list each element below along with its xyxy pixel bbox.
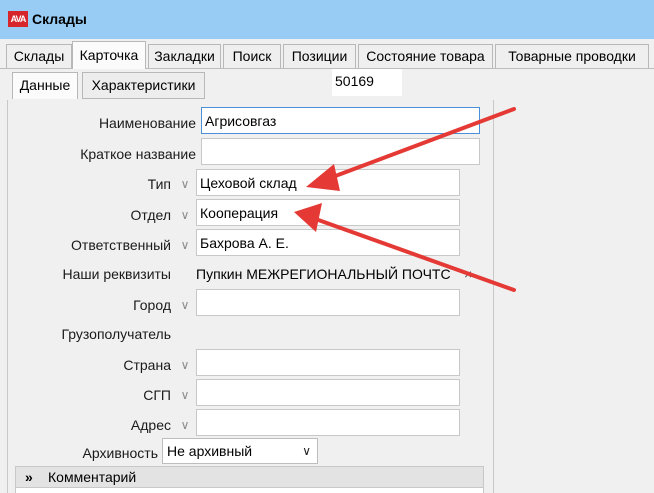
requisites-value[interactable]: Пупкин МЕЖРЕГИОНАЛЬНЫЙ ПОЧТС xyxy=(196,266,461,282)
type-input[interactable]: Цеховой склад xyxy=(196,169,460,196)
window-title: Склады xyxy=(32,11,87,27)
short-name-label: Краткое название xyxy=(80,146,196,162)
type-dropdown-chevron-icon[interactable]: ∨ xyxy=(176,175,194,193)
tab-sostoyanie-tovara[interactable]: Состояние товара xyxy=(358,44,493,68)
comment-section-header[interactable]: » Комментарий xyxy=(15,466,484,488)
department-label: Отдел xyxy=(130,207,172,223)
tab-pozitsii[interactable]: Позиции xyxy=(283,44,356,68)
sgp-input[interactable] xyxy=(196,379,460,406)
app-logo-icon: AVA xyxy=(8,11,28,27)
tab-zakladki[interactable]: Закладки xyxy=(148,44,221,68)
requisites-clear-icon[interactable]: × xyxy=(464,266,472,282)
comment-section-label: Комментарий xyxy=(48,469,137,485)
sgp-label: СГП xyxy=(143,387,171,403)
record-number: 50169 xyxy=(332,69,402,96)
city-input[interactable] xyxy=(196,289,460,316)
title-bar: AVA Склады xyxy=(0,0,654,39)
short-name-input[interactable] xyxy=(201,138,480,165)
responsible-dropdown-chevron-icon[interactable]: ∨ xyxy=(176,236,194,254)
responsible-label: Ответственный xyxy=(71,237,171,253)
tab-kartochka[interactable]: Карточка xyxy=(72,41,146,69)
type-label: Тип xyxy=(147,176,171,192)
address-label: Адрес xyxy=(130,417,171,433)
chevron-down-icon: ∨ xyxy=(302,444,311,458)
country-dropdown-chevron-icon[interactable]: ∨ xyxy=(176,356,194,374)
requisites-label: Наши реквизиты xyxy=(62,266,171,282)
address-dropdown-chevron-icon[interactable]: ∨ xyxy=(176,416,194,434)
subtab-harakteristiki[interactable]: Характеристики xyxy=(82,72,205,99)
comment-body[interactable] xyxy=(15,488,484,493)
collapse-chevrons-icon[interactable]: » xyxy=(25,467,33,487)
consignee-label: Грузополучатель xyxy=(61,326,171,342)
country-input[interactable] xyxy=(196,349,460,376)
tab-poisk[interactable]: Поиск xyxy=(223,44,281,68)
tab-sklady[interactable]: Склады xyxy=(6,44,72,68)
address-input[interactable] xyxy=(196,409,460,436)
archive-label: Архивность xyxy=(82,445,158,461)
archive-select-value: Не архивный xyxy=(167,443,253,459)
archive-select[interactable]: Не архивный ∨ xyxy=(162,438,318,464)
country-label: Страна xyxy=(123,357,171,373)
city-label: Город xyxy=(133,297,171,313)
name-label: Наименование xyxy=(98,115,196,131)
department-dropdown-chevron-icon[interactable]: ∨ xyxy=(176,206,194,224)
name-input[interactable]: Агрисовгаз xyxy=(201,107,480,134)
responsible-input[interactable]: Бахрова А. Е. xyxy=(196,229,460,256)
subtab-dannye[interactable]: Данные xyxy=(12,72,78,99)
department-input[interactable]: Кооперация xyxy=(196,199,460,226)
city-dropdown-chevron-icon[interactable]: ∨ xyxy=(176,296,194,314)
sgp-dropdown-chevron-icon[interactable]: ∨ xyxy=(176,386,194,404)
tab-tovarnye-provodki[interactable]: Товарные проводки xyxy=(495,44,649,68)
panel-divider xyxy=(7,100,8,493)
